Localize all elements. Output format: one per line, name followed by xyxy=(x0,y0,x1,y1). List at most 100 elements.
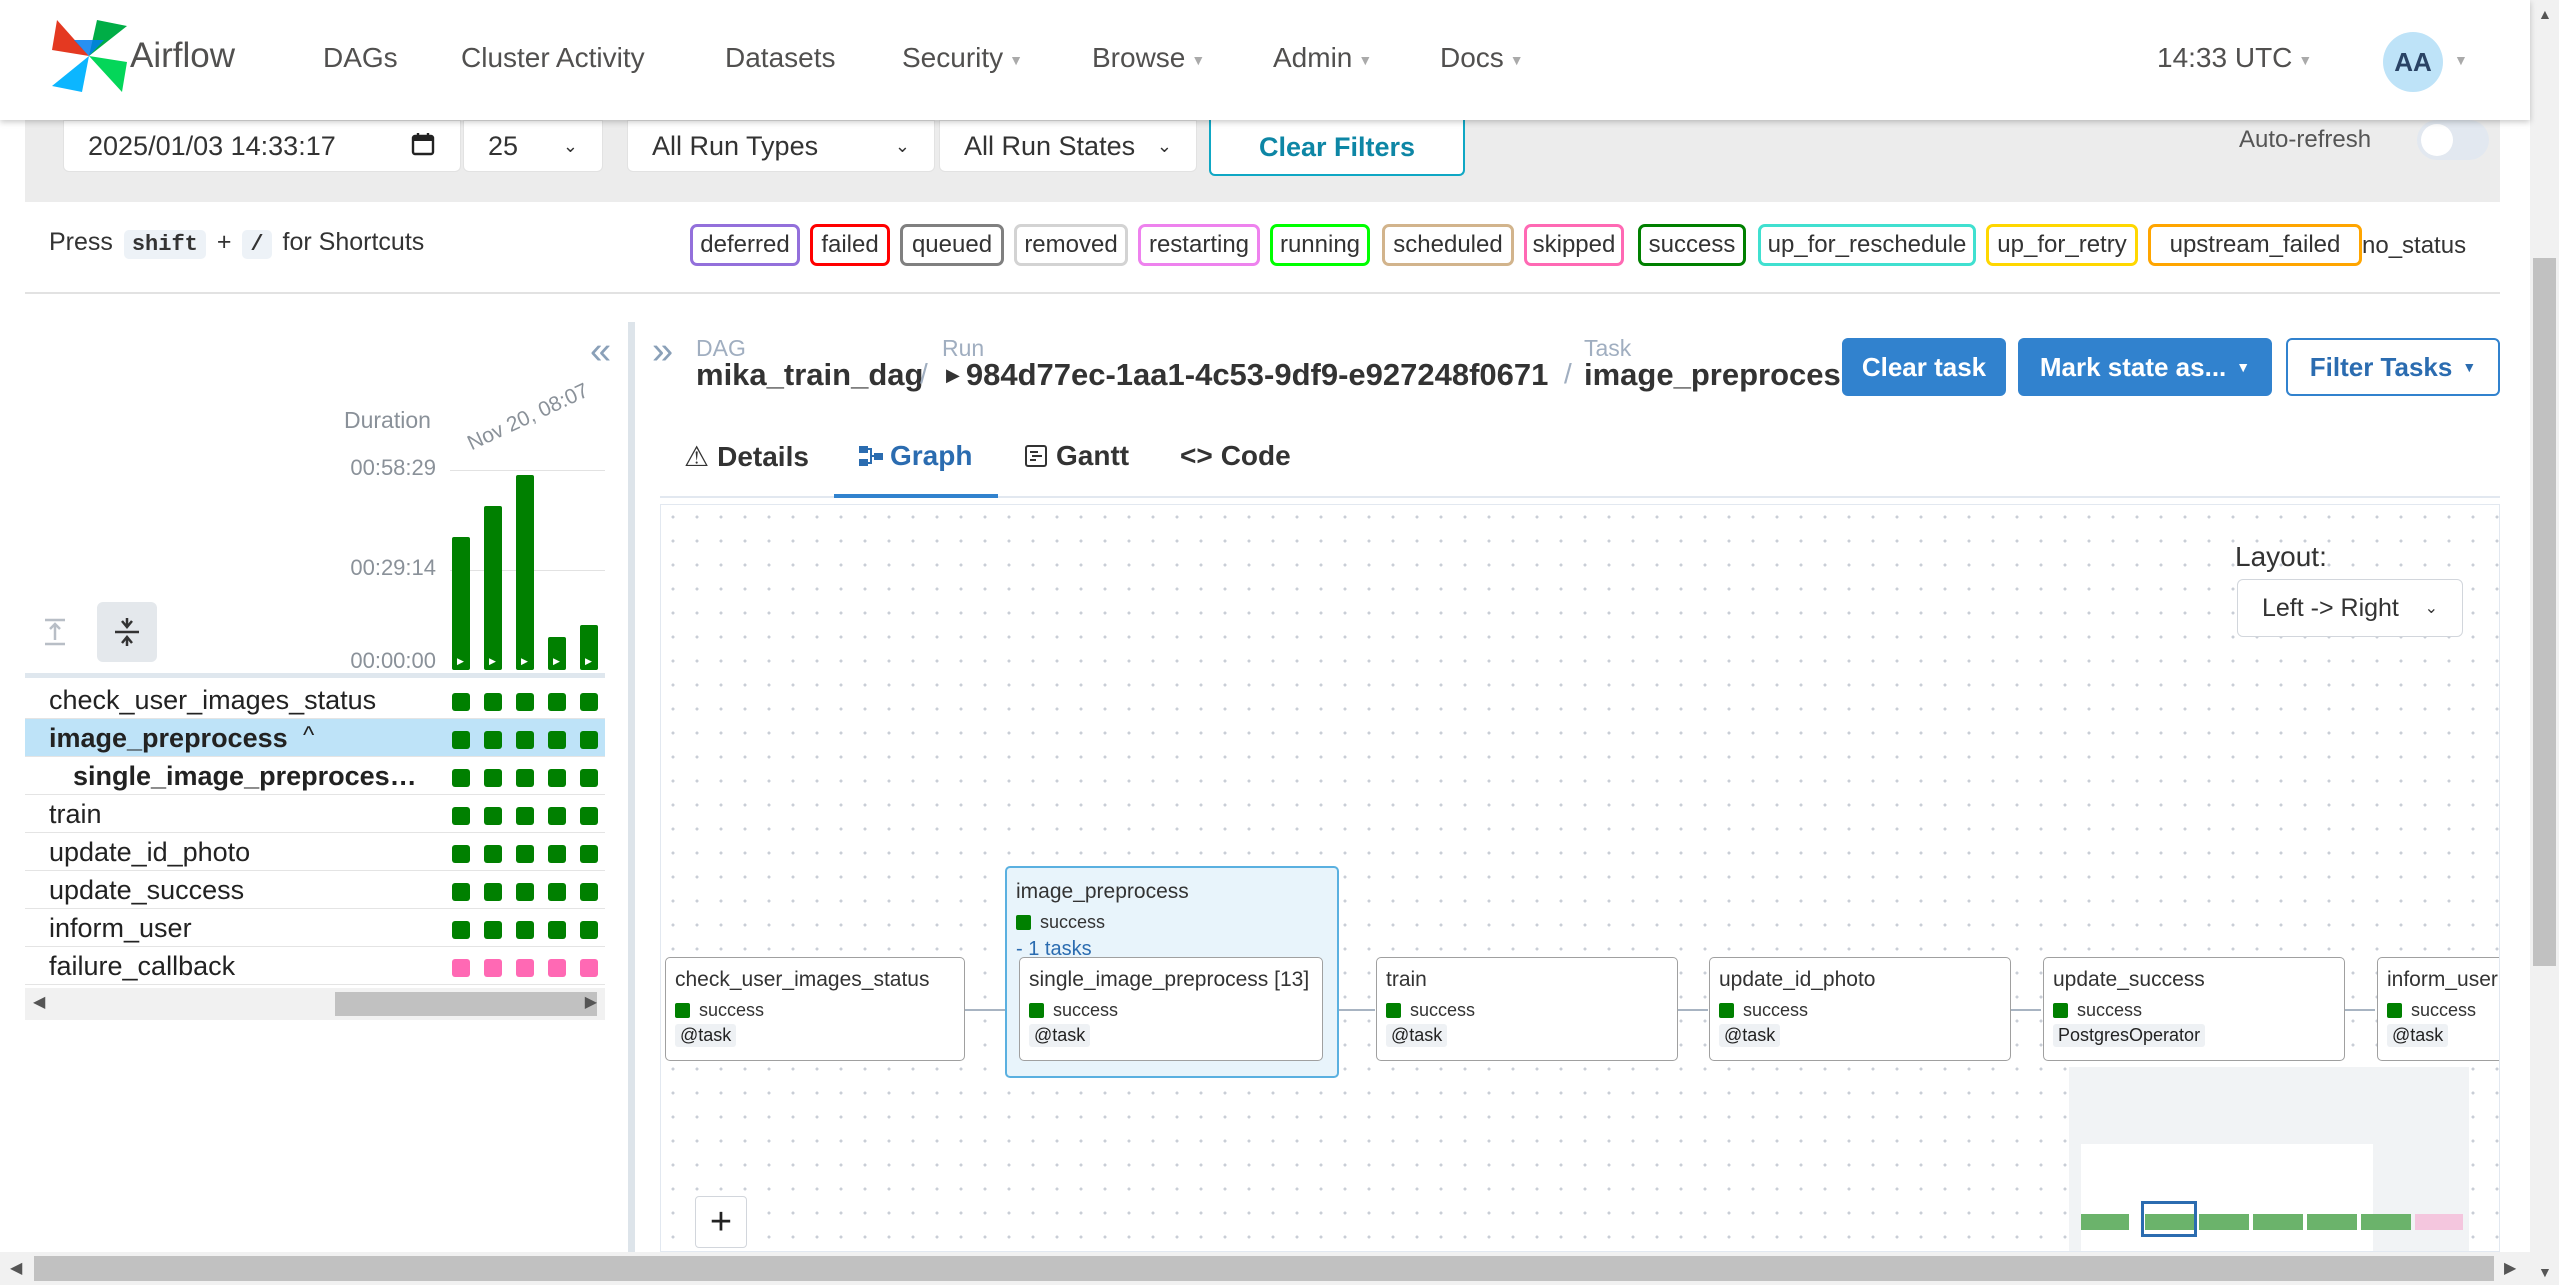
task-name[interactable]: update_success xyxy=(49,875,244,906)
run-duration-bar[interactable]: ▶ xyxy=(580,625,598,670)
legend-up-for-reschedule[interactable]: up_for_reschedule xyxy=(1758,224,1976,266)
task-instance-status[interactable] xyxy=(548,769,566,787)
task-instance-status[interactable] xyxy=(548,731,566,749)
task-instance-status[interactable] xyxy=(580,883,598,901)
brand-name[interactable]: Airflow xyxy=(130,36,235,76)
minimap-viewport[interactable] xyxy=(2141,1201,2197,1237)
task-instance-status[interactable] xyxy=(484,845,502,863)
clear-filters-button[interactable]: Clear Filters xyxy=(1209,120,1465,176)
task-instance-status[interactable] xyxy=(548,845,566,863)
scroll-down-icon[interactable]: ▼ xyxy=(2538,1264,2552,1280)
task-node[interactable]: inform_user success @task xyxy=(2377,957,2499,1061)
task-instance-status[interactable] xyxy=(484,693,502,711)
task-instance-status[interactable] xyxy=(548,807,566,825)
chevron-down-icon[interactable]: ▼ xyxy=(2454,52,2468,68)
task-instance-status[interactable] xyxy=(516,769,534,787)
run-duration-bar[interactable]: ▶ xyxy=(484,506,502,670)
task-instance-status[interactable] xyxy=(452,731,470,749)
task-name[interactable]: update_id_photo xyxy=(49,837,250,868)
task-instance-status[interactable] xyxy=(580,769,598,787)
task-instance-status[interactable] xyxy=(484,731,502,749)
calendar-icon[interactable] xyxy=(410,131,436,162)
expand-panel-icon[interactable]: » xyxy=(652,330,673,373)
task-instance-status[interactable] xyxy=(580,959,598,977)
run-duration-bar[interactable]: ▶ xyxy=(548,637,566,670)
run-states-select[interactable]: All Run States ⌄ xyxy=(939,120,1197,172)
airflow-logo-icon[interactable] xyxy=(52,20,127,92)
tab-graph[interactable]: Graph xyxy=(858,440,972,472)
task-instance-status[interactable] xyxy=(516,883,534,901)
task-instance-status[interactable] xyxy=(484,883,502,901)
legend-queued[interactable]: queued xyxy=(900,224,1004,266)
scroll-left-icon[interactable]: ◀ xyxy=(33,992,45,1012)
task-node[interactable]: update_id_photo success @task xyxy=(1709,957,2011,1061)
task-instance-status[interactable] xyxy=(580,807,598,825)
task-instance-status[interactable] xyxy=(452,959,470,977)
task-instance-status[interactable] xyxy=(580,693,598,711)
task-instance-status[interactable] xyxy=(516,807,534,825)
task-name[interactable]: check_user_images_status xyxy=(49,685,376,716)
task-name[interactable]: failure_callback xyxy=(49,951,235,982)
task-instance-status[interactable] xyxy=(580,731,598,749)
task-instance-status[interactable] xyxy=(516,959,534,977)
page-vertical-scrollbar[interactable]: ▲ ▼ xyxy=(2530,0,2559,1285)
mark-state-button[interactable]: Mark state as... ▼ xyxy=(2018,338,2272,396)
task-instance-status[interactable] xyxy=(516,693,534,711)
tab-details[interactable]: ⚠ Details xyxy=(684,440,809,473)
task-node[interactable]: check_user_images_status success @task xyxy=(665,957,965,1061)
panel-resize-handle[interactable] xyxy=(628,322,635,1252)
legend-failed[interactable]: failed xyxy=(810,224,890,266)
scrollbar-thumb[interactable] xyxy=(2533,258,2556,966)
task-row[interactable]: image_preprocess ^ xyxy=(25,719,605,757)
legend-skipped[interactable]: skipped xyxy=(1524,224,1624,266)
task-instance-status[interactable] xyxy=(452,921,470,939)
task-instance-status[interactable] xyxy=(516,921,534,939)
task-instance-status[interactable] xyxy=(452,845,470,863)
run-types-select[interactable]: All Run Types ⌄ xyxy=(627,120,935,172)
task-instance-status[interactable] xyxy=(516,845,534,863)
nav-dags[interactable]: DAGs xyxy=(323,42,398,74)
layout-select[interactable]: Left -> Right ⌄ xyxy=(2237,579,2463,637)
breadcrumb-dag[interactable]: mika_train_dag xyxy=(696,357,923,393)
legend-removed[interactable]: removed xyxy=(1014,224,1128,266)
graph-canvas[interactable]: Layout: Left -> Right ⌄ image_preprocess… xyxy=(660,504,2500,1252)
collapse-all-icon[interactable] xyxy=(97,602,157,662)
tab-gantt[interactable]: Gantt xyxy=(1024,440,1129,472)
task-instance-status[interactable] xyxy=(484,921,502,939)
legend-upstream-failed[interactable]: upstream_failed xyxy=(2148,224,2362,266)
task-instance-status[interactable] xyxy=(548,959,566,977)
zoom-in-button[interactable]: + xyxy=(695,1196,747,1248)
scroll-up-icon[interactable]: ▲ xyxy=(2538,6,2552,22)
run-duration-bar[interactable]: ▶ xyxy=(516,475,534,670)
task-instance-status[interactable] xyxy=(548,693,566,711)
task-instance-status[interactable] xyxy=(452,693,470,711)
grid-horizontal-scrollbar[interactable]: ◀ ▶ xyxy=(25,988,605,1020)
legend-scheduled[interactable]: scheduled xyxy=(1382,224,1514,266)
scroll-right-icon[interactable]: ▶ xyxy=(2504,1258,2516,1278)
legend-no-status[interactable]: no_status xyxy=(2362,232,2466,260)
legend-deferred[interactable]: deferred xyxy=(690,224,800,266)
task-row[interactable]: failure_callback xyxy=(25,947,605,985)
task-node[interactable]: single_image_preprocess [13] success @ta… xyxy=(1019,957,1323,1061)
nav-browse[interactable]: Browse ▼ xyxy=(1092,42,1205,74)
task-instance-status[interactable] xyxy=(452,883,470,901)
task-row[interactable]: single_image_preproces… xyxy=(25,757,605,795)
task-instance-status[interactable] xyxy=(516,731,534,749)
graph-minimap[interactable] xyxy=(2069,1067,2469,1251)
task-row[interactable]: train xyxy=(25,795,605,833)
auto-refresh-toggle[interactable] xyxy=(2417,120,2489,160)
task-name[interactable]: single_image_preproces… xyxy=(73,761,417,792)
nav-security[interactable]: Security ▼ xyxy=(902,42,1023,74)
legend-up-for-retry[interactable]: up_for_retry xyxy=(1986,224,2138,266)
breadcrumb-run[interactable]: ▶ 984d77ec-1aa1-4c53-9df9-e927248f0671 xyxy=(946,357,1548,393)
legend-success[interactable]: success xyxy=(1638,224,1746,266)
nav-cluster-activity[interactable]: Cluster Activity xyxy=(461,42,645,74)
collapse-panel-icon[interactable]: « xyxy=(590,330,611,373)
task-instance-status[interactable] xyxy=(452,807,470,825)
task-node[interactable]: update_success success PostgresOperator xyxy=(2043,957,2345,1061)
task-instance-status[interactable] xyxy=(452,769,470,787)
task-instance-status[interactable] xyxy=(548,921,566,939)
tab-code[interactable]: <> Code xyxy=(1180,440,1291,472)
execution-date-input[interactable]: 2025/01/03 14:33:17 xyxy=(63,120,461,172)
chevron-up-icon[interactable]: ^ xyxy=(303,722,314,750)
